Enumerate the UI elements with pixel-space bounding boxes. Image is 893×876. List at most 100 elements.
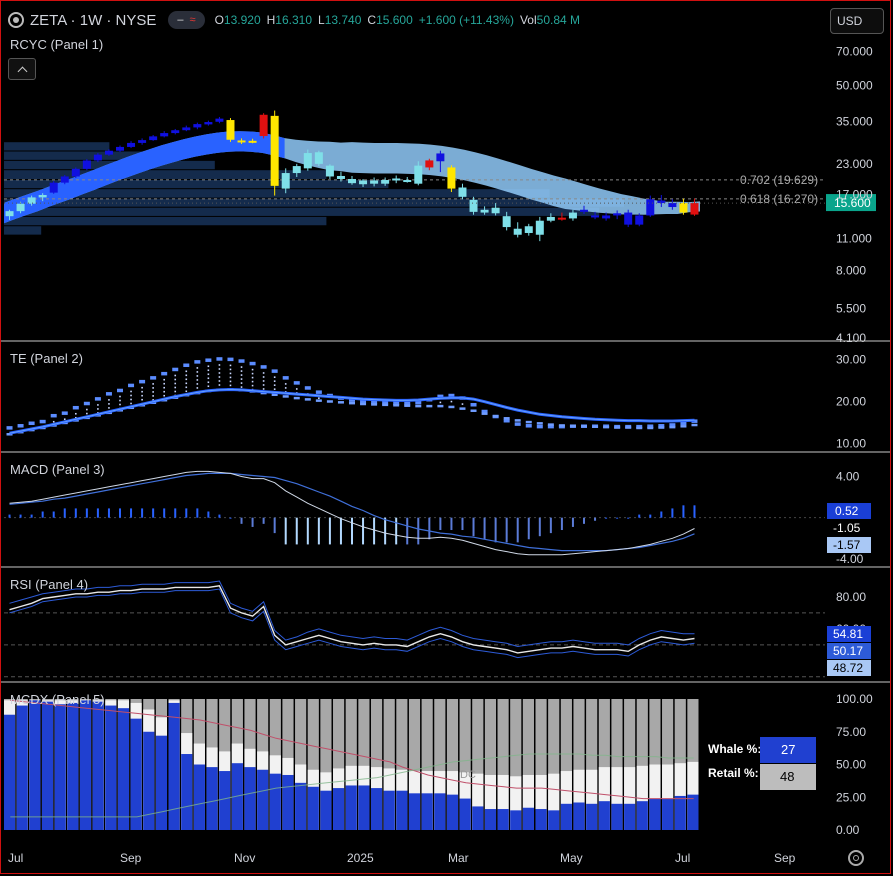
te-dot xyxy=(185,374,188,377)
mcdx-whale-bar xyxy=(484,809,497,830)
wave-icon[interactable]: ≈ xyxy=(190,14,196,26)
mcdx-whale-bar xyxy=(408,793,421,830)
te-upper-mark xyxy=(150,376,157,380)
te-lower-mark xyxy=(581,425,587,428)
mcdx-whale-bar xyxy=(168,702,180,830)
te-dot xyxy=(240,370,243,372)
minus-icon[interactable]: – xyxy=(177,14,183,26)
candle-body xyxy=(668,203,677,208)
currency-selector[interactable]: USD xyxy=(830,8,884,34)
te-trend-highlight xyxy=(9,388,695,434)
volume-profile-bar xyxy=(4,207,600,216)
macd-histogram-bar xyxy=(152,508,155,518)
macd-histogram-bar xyxy=(218,514,221,518)
change-value: +1.600 (+11.43%) xyxy=(418,13,514,27)
te-dot xyxy=(251,376,254,379)
mcdx-whale-bar xyxy=(41,701,54,830)
mcdx-whale-bar xyxy=(674,795,686,830)
macd-histogram-bar xyxy=(605,517,608,519)
te-lower-mark xyxy=(525,420,532,424)
macd-histogram-bar xyxy=(328,517,331,545)
candle-body xyxy=(104,150,113,155)
mcdx-whale-bar xyxy=(257,769,269,830)
te-dot xyxy=(218,384,221,386)
te-dot xyxy=(229,380,232,383)
settings-gear-icon[interactable] xyxy=(848,850,864,866)
mcdx-whale-bar xyxy=(16,705,28,830)
te-dot xyxy=(141,386,143,389)
close-value: 15.600 xyxy=(376,13,413,27)
macd-histogram-bar xyxy=(627,517,630,519)
te-dot xyxy=(284,387,287,389)
volume-value: 50.84 M xyxy=(536,13,580,27)
candle-body xyxy=(138,140,147,143)
chart-type-toggle[interactable]: – ≈ xyxy=(168,11,205,29)
te-lower-mark xyxy=(437,404,444,408)
candle-body xyxy=(303,153,312,169)
te-lower-mark xyxy=(371,403,378,406)
te-dot xyxy=(163,394,165,397)
x-axis-tick: 2025 xyxy=(347,851,374,865)
macd-histogram-bar xyxy=(141,508,144,518)
candle-body xyxy=(535,220,544,235)
high-value: 16.310 xyxy=(275,13,312,27)
candle-body xyxy=(215,118,224,122)
te-dot xyxy=(218,364,221,366)
te-upper-mark xyxy=(470,403,477,407)
te-dot xyxy=(196,375,199,377)
te-dot xyxy=(207,377,210,380)
te-upper-mark xyxy=(83,401,90,406)
candle-body xyxy=(580,209,588,212)
te-dot xyxy=(52,420,55,423)
rsi-lower-value: 48.72 xyxy=(833,661,863,675)
te-upper-mark xyxy=(183,363,190,367)
te-dot xyxy=(163,390,165,393)
candle-body xyxy=(127,142,136,147)
mcdx-whale-bar xyxy=(333,788,345,830)
te-upper-mark xyxy=(227,357,234,362)
te-upper-mark xyxy=(282,376,289,380)
te-dot xyxy=(295,388,298,390)
macd-histogram-bar xyxy=(107,508,110,518)
panel4-title: RSI (Panel 4) xyxy=(10,577,88,592)
candle-body xyxy=(624,212,633,225)
symbol-title[interactable]: ZETA · 1W · NYSE xyxy=(30,12,156,29)
macd-histogram-bar xyxy=(30,514,33,518)
macd-histogram-bar xyxy=(163,508,166,518)
y-axis-tick-panel2: 30.00 xyxy=(836,353,866,367)
te-upper-mark xyxy=(105,392,112,396)
te-dot xyxy=(251,368,254,371)
rsi-mid-value: 50.17 xyxy=(833,644,863,658)
y-axis-tick-panel1: 5.500 xyxy=(836,301,866,315)
te-dot xyxy=(273,384,276,386)
candle-body xyxy=(259,114,268,137)
macd-histogram-bar xyxy=(693,505,696,518)
te-upper-mark xyxy=(525,424,532,428)
mcdx-whale-bar xyxy=(181,754,193,830)
mcdx-whale-bar xyxy=(295,782,307,830)
te-dot xyxy=(240,382,243,384)
te-dot xyxy=(174,386,177,389)
mcdx-whale-bar xyxy=(345,785,357,830)
rsi-lower-band xyxy=(9,588,695,659)
te-dot xyxy=(240,374,243,376)
y-axis-tick-panel2: 10.00 xyxy=(836,437,866,451)
macd-histogram-bar xyxy=(351,517,353,545)
candle-body xyxy=(248,140,257,143)
te-lower-mark xyxy=(415,404,422,408)
y-axis-tick-panel1: 70.000 xyxy=(836,44,873,58)
te-dot xyxy=(141,390,143,393)
mcdx-whale-bar xyxy=(307,786,319,830)
macd-histogram-bar xyxy=(273,517,276,534)
y-axis-tick-panel1: 17.000 xyxy=(836,187,873,201)
mcdx-whale-bar xyxy=(4,714,16,830)
te-lower-mark xyxy=(503,417,510,420)
candle-body xyxy=(635,215,644,225)
macd-histogram-bar xyxy=(19,514,22,518)
macd-histogram-bar xyxy=(339,517,342,545)
candle-body xyxy=(370,180,379,184)
mcdx-whale-bar xyxy=(611,803,623,830)
x-axis-tick: Sep xyxy=(774,851,796,865)
macd-histogram-bar xyxy=(52,511,55,518)
collapse-panel-button[interactable] xyxy=(8,58,36,80)
